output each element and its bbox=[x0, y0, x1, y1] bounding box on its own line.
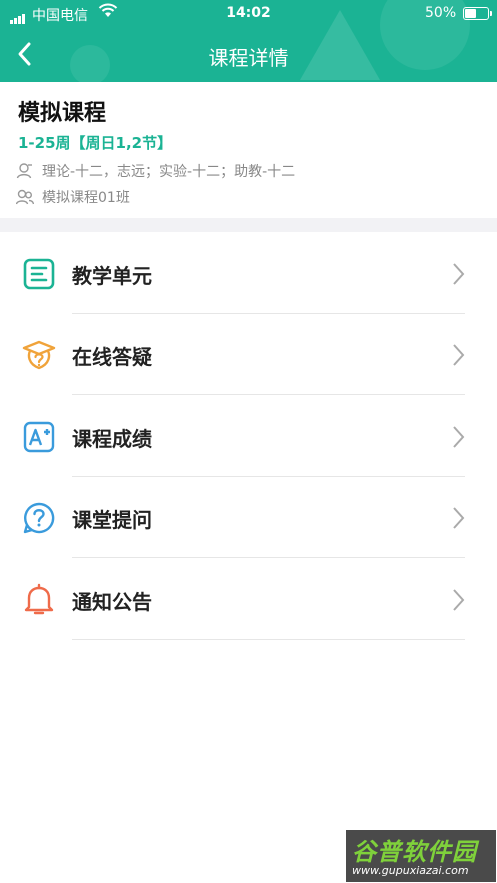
section-divider bbox=[0, 218, 497, 232]
menu-item-online-qa[interactable]: 在线答疑 bbox=[0, 314, 497, 395]
menu-item-teaching-units[interactable]: 教学单元 bbox=[0, 233, 497, 314]
watermark: 谷普软件园 www.gupuxiazai.com bbox=[346, 830, 496, 882]
watermark-url: www.gupuxiazai.com bbox=[352, 864, 469, 877]
teacher-row: 理论-十二，志远；实验-十二；助教-十二 bbox=[16, 161, 295, 181]
chevron-right-icon bbox=[453, 507, 465, 529]
chevron-right-icon bbox=[453, 589, 465, 611]
menu-item-course-grades[interactable]: 课程成绩 bbox=[0, 396, 497, 477]
menu-item-label: 课堂提问 bbox=[72, 508, 152, 532]
course-schedule: 1-25周【周日1,2节】 bbox=[18, 134, 173, 152]
graduation-question-icon bbox=[22, 340, 56, 370]
divider bbox=[72, 557, 465, 558]
page-title: 课程详情 bbox=[208, 46, 289, 70]
menu-item-class-questions[interactable]: 课堂提问 bbox=[0, 477, 497, 558]
list-icon bbox=[23, 258, 55, 290]
course-name: 模拟课程 bbox=[18, 101, 107, 126]
menu-item-label: 在线答疑 bbox=[72, 345, 152, 369]
watermark-title: 谷普软件园 bbox=[352, 838, 477, 866]
battery-percent: 50% bbox=[425, 5, 457, 21]
class-row: 模拟课程01班 bbox=[16, 187, 130, 207]
teacher-list: 理论-十二，志远；实验-十二；助教-十二 bbox=[42, 164, 296, 180]
class-group-icon bbox=[16, 189, 34, 205]
divider bbox=[72, 639, 465, 640]
question-circle-icon bbox=[23, 502, 55, 534]
header: 中国电信 14:02 50% 课程详情 bbox=[0, 0, 497, 82]
status-bar: 中国电信 14:02 50% bbox=[0, 0, 497, 26]
class-name: 模拟课程01班 bbox=[42, 190, 130, 206]
grade-a-plus-icon bbox=[23, 421, 55, 453]
divider bbox=[72, 394, 465, 395]
battery-icon bbox=[463, 7, 492, 20]
chevron-right-icon bbox=[453, 263, 465, 285]
teacher-icon bbox=[16, 163, 32, 179]
clock: 14:02 bbox=[226, 5, 271, 21]
menu-item-notices[interactable]: 通知公告 bbox=[0, 559, 497, 640]
menu-item-label: 课程成绩 bbox=[72, 427, 152, 451]
menu-item-label: 通知公告 bbox=[72, 590, 152, 614]
chevron-right-icon bbox=[453, 344, 465, 366]
bell-icon bbox=[24, 583, 54, 615]
menu-item-label: 教学单元 bbox=[72, 264, 152, 288]
chevron-right-icon bbox=[453, 426, 465, 448]
